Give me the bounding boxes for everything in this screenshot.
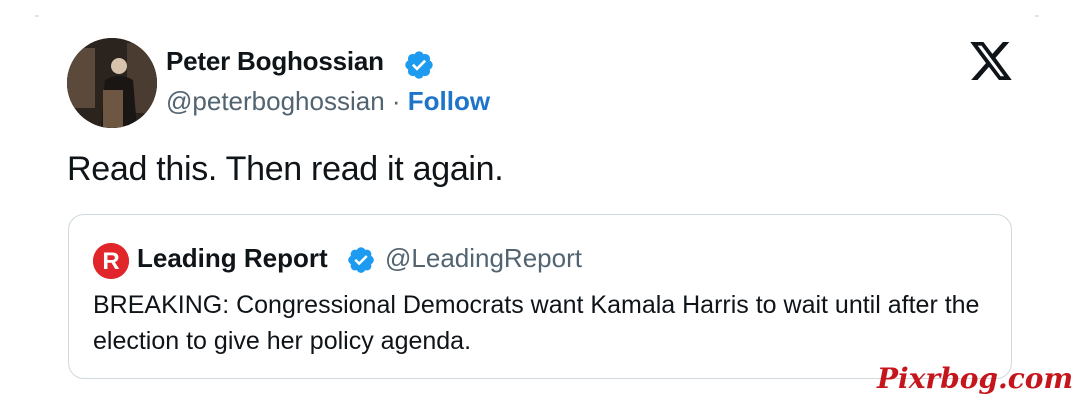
verified-badge-icon [348, 247, 374, 273]
author-handle[interactable]: @peterboghossian [166, 86, 385, 116]
quote-avatar[interactable]: R [93, 243, 129, 279]
divider-mark [1035, 15, 1039, 17]
author-handle-line: @peterboghossian · Follow [166, 86, 490, 117]
verified-badge-icon [405, 51, 433, 79]
author-avatar[interactable] [67, 38, 157, 128]
quote-author-name[interactable]: Leading Report [137, 243, 328, 274]
quote-avatar-letter: R [102, 248, 119, 275]
quote-author-handle[interactable]: @LeadingReport [385, 243, 582, 274]
quoted-tweet-card[interactable]: R Leading Report @LeadingReport BREAKING… [68, 214, 1012, 379]
follow-button[interactable]: Follow [408, 86, 490, 116]
divider-mark [35, 15, 39, 17]
watermark: Pixrbog.com [877, 362, 1074, 395]
tweet-text: Read this. Then read it again. [67, 150, 504, 188]
x-logo-icon[interactable] [970, 42, 1012, 80]
handle-separator: · [384, 86, 408, 116]
author-name[interactable]: Peter Boghossian [166, 46, 384, 77]
quote-text: BREAKING: Congressional Democrats want K… [93, 291, 980, 355]
